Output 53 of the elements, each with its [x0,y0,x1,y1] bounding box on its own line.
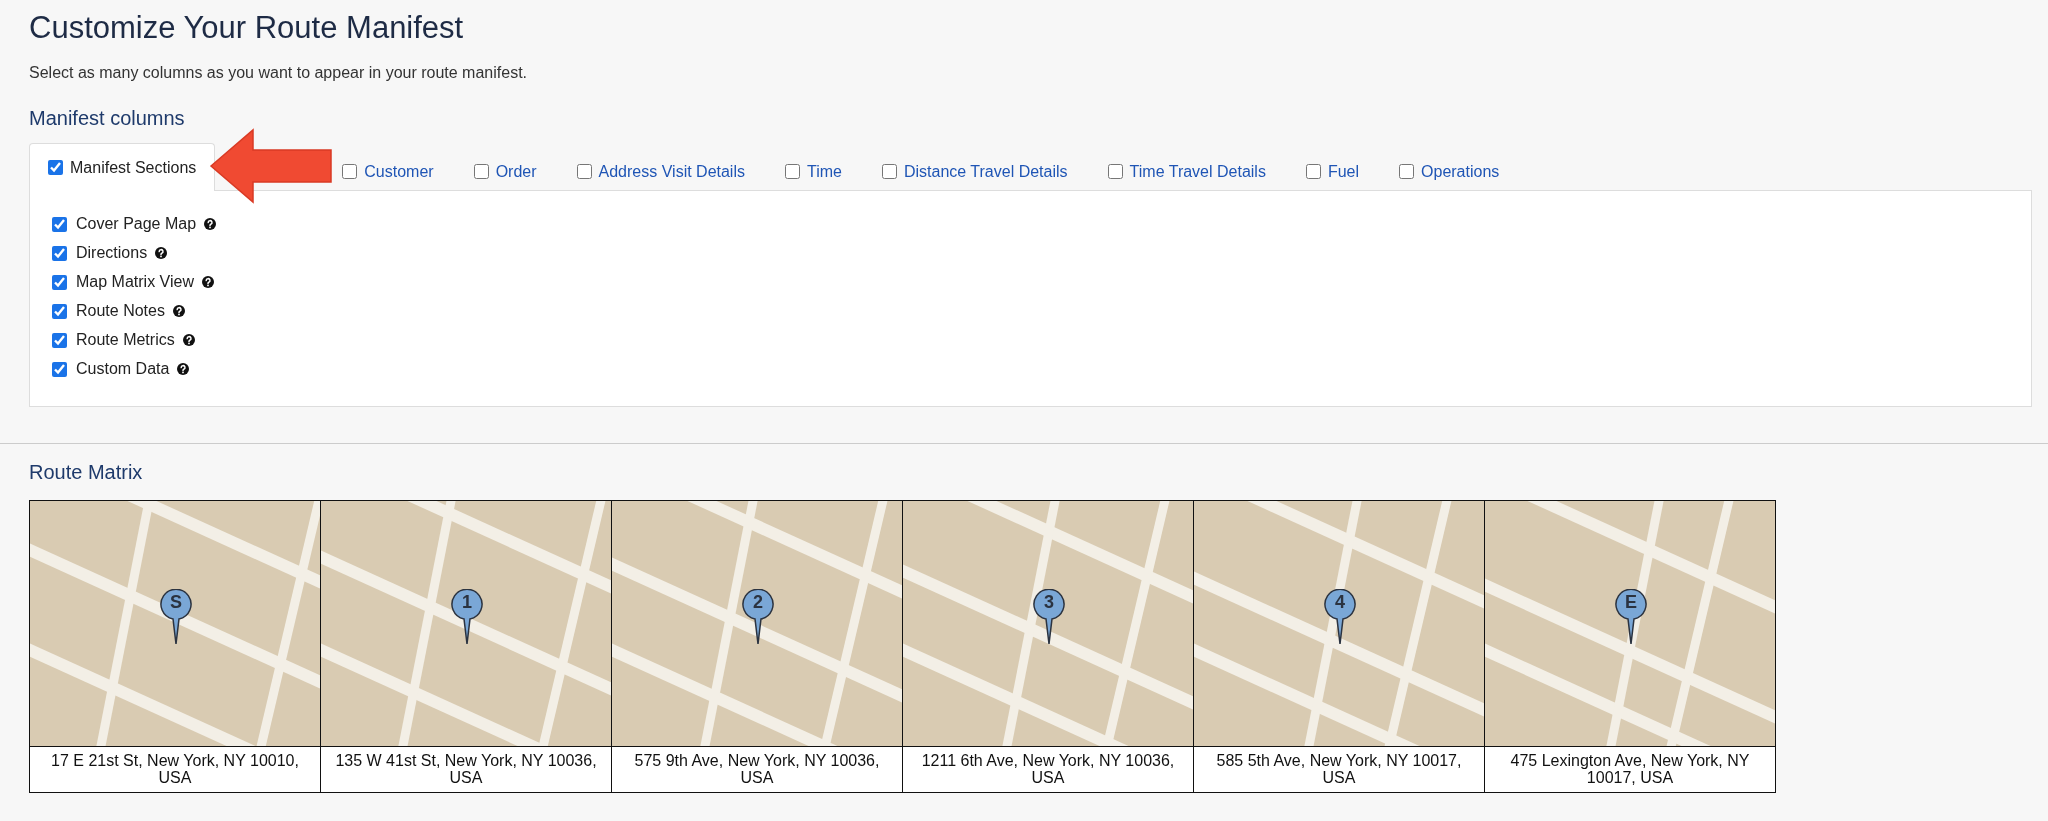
option-label: Directions [76,244,148,262]
option-checkbox[interactable] [52,274,67,290]
tab-checkbox[interactable] [1305,164,1321,179]
tab-checkbox[interactable] [785,164,800,179]
option-checkbox[interactable] [52,303,67,319]
map-pin: 2 [742,589,774,645]
tab[interactable]: Time [784,151,861,191]
option-checkbox[interactable] [52,361,67,377]
tab-checkbox[interactable] [473,164,489,179]
address-caption: 585 5th Ave, New York, NY 10017, USA [1194,747,1484,792]
address-caption: 575 9th Ave, New York, NY 10036, USA [612,747,902,792]
tab-checkbox[interactable] [1399,164,1415,179]
tab[interactable]: Customer [341,151,453,191]
help-icon[interactable] [201,276,214,288]
option-label: Cover Page Map [76,215,197,233]
help-icon[interactable] [172,305,185,317]
map-pin: E [1615,589,1647,645]
option-label: Route Notes [76,302,165,320]
tab-checkbox[interactable] [576,164,592,179]
option-checkbox[interactable] [52,216,67,232]
tab[interactable]: Operations [1398,151,1519,191]
address-caption: 475 Lexington Ave, New York, NY 10017, USA [1485,747,1775,792]
map-pin: 1 [451,589,483,645]
tab[interactable]: Order [472,151,556,191]
help-icon[interactable] [204,218,217,230]
arrow-icon [209,128,334,204]
option-label: Route Metrics [76,331,175,349]
tab-checkbox[interactable] [1107,164,1123,179]
help-icon[interactable] [155,247,168,259]
map-pin: 3 [1033,589,1065,645]
help-icon[interactable] [182,334,195,346]
map-pin: 4 [1324,589,1356,645]
tab-checkbox[interactable] [48,160,63,175]
tab-checkbox[interactable] [342,164,358,179]
option-checkbox[interactable] [52,332,67,348]
section-heading: Route Matrix [29,460,144,484]
tab[interactable]: Time Travel Details [1106,151,1285,191]
map-pin: S [160,589,192,645]
option-label: Map Matrix View [76,273,194,291]
option-checkbox[interactable] [52,245,67,261]
help-icon[interactable] [177,363,190,375]
address-caption: 17 E 21st St, New York, NY 10010, USA [30,747,320,792]
tab[interactable]: Fuel [1304,151,1379,191]
address-caption: 1211 6th Ave, New York, NY 10036, USA [903,747,1193,792]
section-heading: Manifest columns [29,106,186,130]
option-label: Custom Data [76,360,170,378]
tab[interactable]: Distance Travel Details [880,151,1087,191]
address-caption: 135 W 41st St, New York, NY 10036, USA [321,747,611,792]
tab[interactable]: Address Visit Details [575,151,764,191]
tab-checkbox[interactable] [881,164,897,179]
page-subtitle: Select as many columns as you want to appear in your route manifest. [29,64,529,82]
tab[interactable]: Manifest Sections [29,143,216,191]
page-title: Customize Your Route Manifest [29,9,465,47]
